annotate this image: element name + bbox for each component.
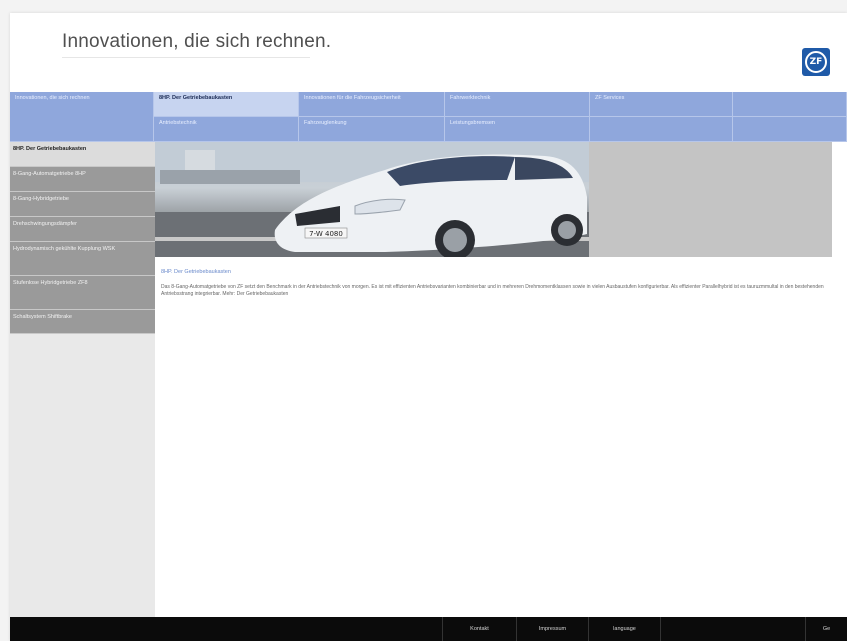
- sidebar-item-shiftbrake[interactable]: Schaltsystem Shiftbrake: [10, 310, 155, 334]
- sidebar-item-8hp[interactable]: 8HP. Der Getriebebaukasten: [10, 142, 155, 167]
- zf-logo-text: ZF: [805, 51, 827, 73]
- footer-link-language[interactable]: language: [588, 617, 660, 641]
- page: Innovationen, die sich rechnen. ZF Innov…: [10, 13, 847, 641]
- hero-car-image: 7-W 4080: [155, 142, 589, 257]
- tagline-divider: [62, 57, 310, 58]
- footer-link-kontakt[interactable]: Kontakt: [442, 617, 516, 641]
- sidebar-item-8-gang-hybrid[interactable]: 8-Gang-Hybridgetriebe: [10, 192, 155, 217]
- footer-link-impressum[interactable]: Impressum: [516, 617, 588, 641]
- nav-item-empty-2: [590, 117, 733, 142]
- content-body: Das 8-Gang-Automatgetriebe von ZF setzt …: [161, 284, 824, 297]
- page-tagline: Innovationen, die sich rechnen.: [62, 31, 332, 52]
- nav-item-fahrzeugsicherheit[interactable]: Innovationen für die Fahrzeugsicherheit: [299, 92, 445, 117]
- license-plate: 7-W 4080: [309, 230, 343, 238]
- content-title: 8HP. Der Getriebebaukasten: [161, 269, 231, 275]
- sidebar-item-hybridgetriebe[interactable]: Stufenlose Hybridgetriebe ZF8: [10, 276, 155, 310]
- footer: Kontakt Impressum language Ge: [10, 617, 847, 641]
- footer-spacer: [660, 617, 806, 641]
- nav-item-empty-3: [733, 117, 847, 142]
- sidebar-item-drehschwingung[interactable]: Drehschwingungsdämpfer: [10, 217, 155, 242]
- nav-item-leistungsbremsen[interactable]: Leistungsbremsen: [445, 117, 590, 142]
- hero-gray-panel: [589, 142, 832, 257]
- nav-item-fahrzeuglenkung[interactable]: Fahrzeuglenkung: [299, 117, 445, 142]
- nav-item-zf-services[interactable]: ZF Services: [590, 92, 733, 117]
- header: Innovationen, die sich rechnen. ZF: [10, 13, 847, 93]
- nav-item-empty-1: [733, 92, 847, 117]
- sidebar-item-8-gang-automat[interactable]: 8-Gang-Automatgetriebe 8HP: [10, 167, 155, 192]
- nav-item-innovationen[interactable]: Innovationen, die sich rechnen: [10, 92, 154, 142]
- nav-item-fahrwerktechnik[interactable]: Fahrwerktechnik: [445, 92, 590, 117]
- nav-item-8hp[interactable]: 8HP. Der Getriebebaukasten: [154, 92, 299, 117]
- zf-logo[interactable]: ZF: [802, 48, 830, 76]
- sidebar: 8HP. Der Getriebebaukasten 8-Gang-Automa…: [10, 142, 155, 617]
- sidebar-item-kupplung[interactable]: Hydrodynamisch gekühlte Kupplung WSK: [10, 242, 155, 276]
- main-nav: Innovationen, die sich rechnen 8HP. Der …: [10, 92, 847, 142]
- car-illustration: 7-W 4080: [155, 142, 589, 257]
- nav-item-antriebstechnik[interactable]: Antriebstechnik: [154, 117, 299, 142]
- footer-link-ge[interactable]: Ge: [805, 617, 847, 641]
